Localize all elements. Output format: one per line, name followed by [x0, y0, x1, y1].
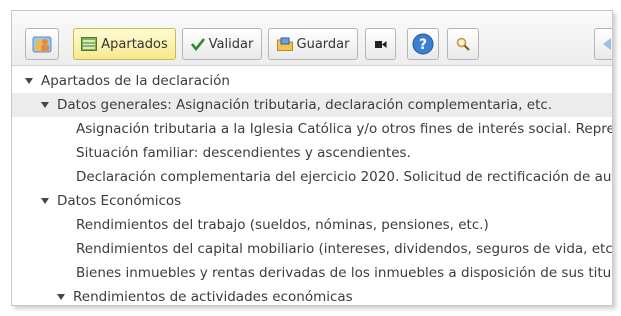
apartados-button[interactable]: Apartados: [73, 28, 176, 60]
video-button[interactable]: [365, 28, 396, 60]
guardar-label: Guardar: [296, 36, 350, 52]
tree-node-label: Datos Económicos: [57, 193, 182, 209]
people-button[interactable]: [25, 28, 59, 60]
tree-item-asignacion[interactable]: Asignación tributaria a la Iglesia Catól…: [12, 117, 612, 141]
tree-item-inmuebles[interactable]: Bienes inmuebles y rentas derivadas de l…: [12, 261, 612, 285]
tree-node-datos-economicos[interactable]: Datos Económicos: [12, 189, 612, 213]
tree-item-complementaria[interactable]: Declaración complementaria del ejercicio…: [12, 165, 612, 189]
panel-icon: [81, 37, 98, 51]
tree-item-situacion[interactable]: Situación familiar: descendientes y asce…: [12, 141, 612, 165]
tree-item-trabajo[interactable]: Rendimientos del trabajo (sueldos, nómin…: [12, 213, 612, 237]
toolbar: Apartados Validar Guardar ?: [12, 11, 612, 66]
tree-item-label: Rendimientos del trabajo (sueldos, nómin…: [76, 217, 489, 233]
help-button[interactable]: ?: [407, 28, 439, 60]
tree-item-label: Rendimientos del capital mobiliario (int…: [76, 241, 613, 257]
tree-node-label: Rendimientos de actividades económicas: [73, 289, 353, 305]
caret-down-icon[interactable]: [41, 198, 49, 204]
tree-item-label: Situación familiar: descendientes y asce…: [76, 145, 411, 161]
tree-item-label: Bienes inmuebles y rentas derivadas de l…: [76, 265, 613, 281]
tree-node-datos-generales[interactable]: Datos generales: Asignación tributaria, …: [12, 93, 612, 117]
guardar-button[interactable]: Guardar: [268, 28, 358, 60]
people-icon: [32, 36, 52, 53]
back-arrow-button[interactable]: [594, 28, 612, 60]
application-window: Apartados Validar Guardar ? Apartados de…: [11, 10, 613, 306]
save-folder-icon: [276, 37, 293, 51]
caret-down-icon[interactable]: [41, 102, 49, 108]
validar-button[interactable]: Validar: [182, 28, 262, 60]
tree-node-root[interactable]: Apartados de la declaración: [12, 69, 612, 93]
checkmark-icon: [190, 38, 205, 51]
tree-item-capital[interactable]: Rendimientos del capital mobiliario (int…: [12, 237, 612, 261]
caret-down-icon[interactable]: [25, 78, 33, 84]
tree-node-label: Apartados de la declaración: [41, 73, 230, 89]
help-icon: ?: [412, 33, 434, 55]
tree-node-label: Datos generales: Asignación tributaria, …: [57, 97, 553, 113]
svg-text:?: ?: [419, 37, 427, 53]
arrow-left-icon: [603, 38, 611, 50]
video-camera-icon: [374, 40, 386, 48]
apartados-label: Apartados: [101, 36, 168, 52]
tree-item-label: Asignación tributaria a la Iglesia Catól…: [76, 121, 613, 137]
tree-item-label: Declaración complementaria del ejercicio…: [76, 169, 613, 185]
magnifier-icon: [456, 37, 470, 51]
validar-label: Validar: [208, 36, 254, 52]
search-button[interactable]: [447, 28, 479, 60]
tree-node-actividades[interactable]: Rendimientos de actividades económicas: [12, 285, 612, 305]
caret-down-icon[interactable]: [57, 294, 65, 300]
